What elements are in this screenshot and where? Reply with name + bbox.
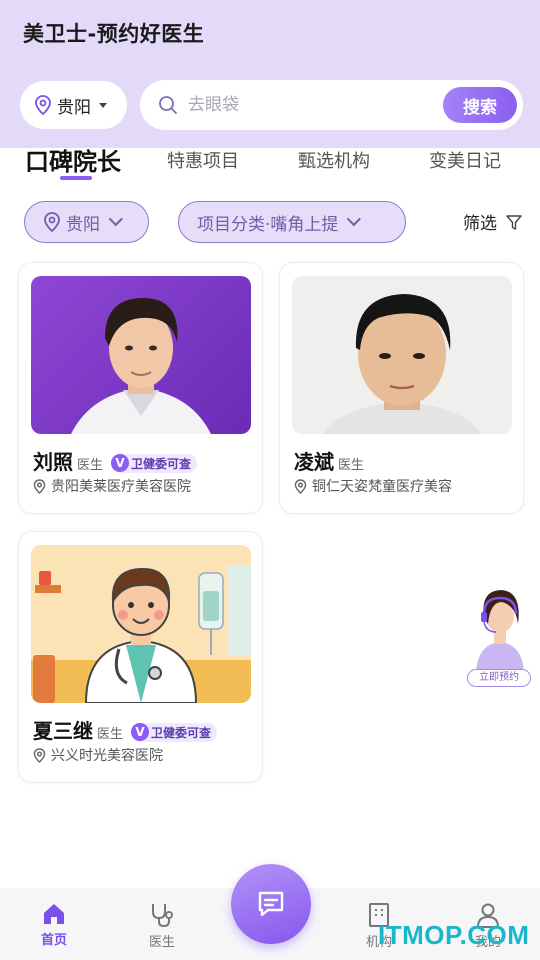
cartoon-doctor-illustration <box>31 545 251 703</box>
doctor-name: 凌斌 <box>294 450 334 474</box>
hospital-row: 贵阳美莱医疗美容医院 <box>33 476 191 496</box>
city-selector[interactable]: 贵阳 <box>20 81 127 129</box>
chevron-down-icon <box>108 212 123 227</box>
doctor-name: 刘照 <box>33 450 73 474</box>
verified-v-icon: V <box>131 723 150 741</box>
doctor-portrait-image <box>71 298 211 434</box>
verified-badge: V 卫健委可查 <box>111 453 198 473</box>
city-filter-label: 贵阳 <box>66 214 100 235</box>
app-title: 美卫士-预约好医生 <box>23 22 205 46</box>
site-watermark: ITMOP.COM <box>378 920 530 950</box>
doctor-name-row: 凌斌 医生 <box>294 446 364 475</box>
screen-filter-button[interactable]: 筛选 <box>463 209 523 234</box>
doctor-name-row: 夏三继 医生 V 卫健委可查 <box>33 715 218 744</box>
doctor-title: 医生 <box>338 458 365 473</box>
doctor-name: 夏三继 <box>33 719 93 743</box>
doctor-photo <box>31 276 251 434</box>
hospital-name: 兴义时光美容医院 <box>51 748 163 764</box>
chat-icon <box>258 891 284 917</box>
doctor-card[interactable]: 凌斌 医生 铜仁天姿梵童医疗美容 <box>279 262 524 514</box>
nav-home[interactable]: 首页 <box>24 902 84 948</box>
search-bar[interactable]: 搜索 <box>140 80 523 130</box>
tab-reputation-director[interactable]: 口碑院长 <box>25 142 121 177</box>
active-tab-indicator <box>60 176 92 180</box>
verified-badge: V 卫健委可查 <box>131 722 218 742</box>
doctor-photo <box>31 545 251 703</box>
hospital-row: 铜仁天姿梵童医疗美容 <box>294 476 452 496</box>
location-pin-icon <box>294 478 307 494</box>
floating-consult-button[interactable]: 立即预约 <box>466 584 534 688</box>
search-input[interactable] <box>188 95 428 115</box>
consult-now-label: 立即预约 <box>467 669 531 687</box>
chevron-down-icon <box>347 212 362 227</box>
header: 美卫士-预约好医生 贵阳 搜索 <box>0 0 540 148</box>
caret-down-icon <box>99 102 107 108</box>
nav-doctor[interactable]: 医生 <box>132 902 192 950</box>
category-tabs: 口碑院长 特惠项目 甄选机构 变美日记 <box>0 140 540 186</box>
city-filter[interactable]: 贵阳 <box>24 201 149 243</box>
doctor-card[interactable]: 刘照 医生 V 卫健委可查 贵阳美莱医疗美容医院 <box>18 262 263 514</box>
doctor-photo <box>292 276 512 434</box>
verified-badge-label: 卫健委可查 <box>151 725 212 740</box>
search-button[interactable]: 搜索 <box>443 87 517 123</box>
tab-special-offers[interactable]: 特惠项目 <box>167 147 239 173</box>
location-pin-icon <box>44 212 60 232</box>
nav-home-label: 首页 <box>40 933 67 948</box>
city-label: 贵阳 <box>57 97 91 118</box>
category-filter-label: 项目分类·嘴角上提 <box>197 214 339 235</box>
location-pin-icon <box>33 478 46 494</box>
funnel-icon <box>506 214 522 230</box>
doctor-name-row: 刘照 医生 V 卫健委可查 <box>33 446 198 475</box>
stethoscope-icon <box>152 904 173 928</box>
customer-service-avatar <box>476 590 524 672</box>
tab-selected-institutions[interactable]: 甄选机构 <box>298 147 370 173</box>
category-filter[interactable]: 项目分类·嘴角上提 <box>178 201 406 243</box>
home-icon <box>44 904 64 924</box>
location-pin-icon <box>35 95 51 115</box>
doctor-portrait-image <box>322 294 482 434</box>
screen-filter-label: 筛选 <box>463 214 497 234</box>
nav-doctor-label: 医生 <box>148 935 175 950</box>
center-chat-button[interactable] <box>231 864 311 944</box>
doctor-card[interactable]: 夏三继 医生 V 卫健委可查 兴义时光美容医院 <box>18 531 263 783</box>
doctor-title: 医生 <box>77 458 104 473</box>
verified-badge-label: 卫健委可查 <box>131 456 192 471</box>
hospital-name: 铜仁天姿梵童医疗美容 <box>312 479 452 495</box>
search-icon <box>159 96 177 114</box>
hospital-name: 贵阳美莱医疗美容医院 <box>51 479 191 495</box>
tab-beauty-diary[interactable]: 变美日记 <box>429 147 501 173</box>
doctor-title: 医生 <box>97 727 124 742</box>
verified-v-icon: V <box>111 454 130 472</box>
location-pin-icon <box>33 747 46 763</box>
hospital-row: 兴义时光美容医院 <box>33 745 163 765</box>
